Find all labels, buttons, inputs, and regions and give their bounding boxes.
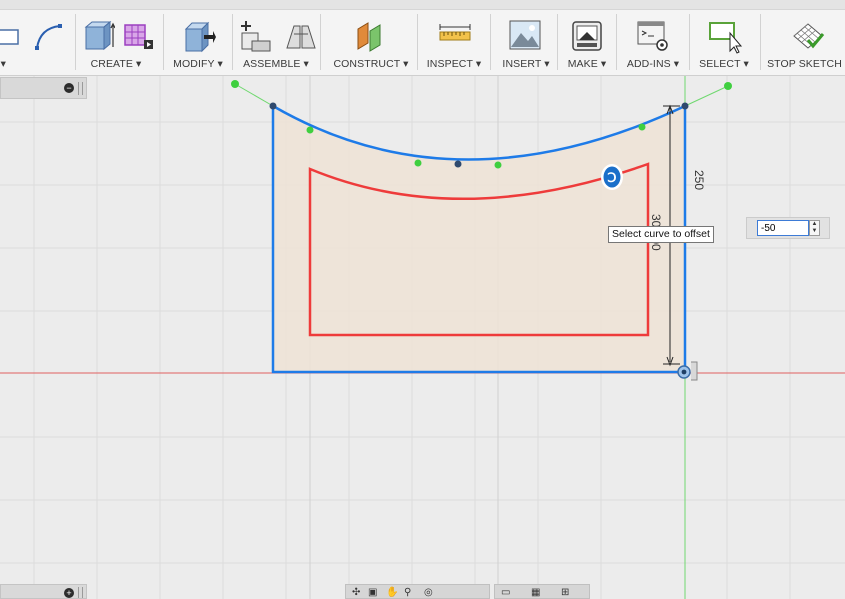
offset-value-widget[interactable]: ▲▼ [746,217,830,239]
display-settings-bar: ▭ ▦ ⊞ [494,584,590,599]
construct-group[interactable]: CONSTRUCT ▾ [326,10,416,74]
scripts-addins-icon[interactable] [636,19,670,53]
tangent-handle-right[interactable] [684,85,729,107]
display-settings-icon[interactable]: ▭ [501,587,510,598]
select-menu-label[interactable]: SELECT ▾ [692,58,756,70]
separator [75,14,76,70]
collapse-icon[interactable]: − [64,83,74,93]
addins-menu-label[interactable]: ADD-INS ▾ [620,58,686,70]
tangent-handle-left[interactable] [234,83,274,107]
offset-glyph: Ↄ [607,170,616,185]
expand-icon[interactable]: + [64,588,74,598]
inspect-group[interactable]: INSPECT ▾ [420,10,488,74]
offset-plane-icon[interactable] [354,19,390,55]
offset-distance-input[interactable] [757,220,809,236]
separator [490,14,491,70]
insert-menu-label[interactable]: INSERT ▾ [496,58,556,70]
separator [163,14,164,70]
construct-menu-label[interactable]: CONSTRUCT ▾ [326,58,416,70]
separator [616,14,617,70]
panel-grip-icon[interactable] [78,82,83,95]
dimension-250-label[interactable]: 250 [692,170,706,190]
box-icon[interactable] [81,19,115,53]
spinner-icon[interactable]: ▲ ▼ [809,220,820,236]
tooltip: Select curve to offset [608,226,714,243]
insert-image-icon[interactable] [508,19,542,53]
stop-sketch-icon[interactable] [790,18,826,54]
select-window-icon[interactable] [708,19,744,55]
modify-menu-label[interactable]: MODIFY ▾ [166,58,230,70]
toolbar: ▾ CREATE ▾ MODIFY ▾ ASSEMBLE ▾ CONSTRUCT… [0,0,845,76]
create-group[interactable]: CREATE ▾ [78,10,154,74]
stop-sketch-label[interactable]: STOP SKETCH [764,58,845,70]
separator [417,14,418,70]
make-menu-label[interactable]: MAKE ▾ [560,58,614,70]
look-at-icon[interactable]: ▣ [368,587,377,598]
select-group[interactable]: SELECT ▾ [692,10,756,74]
separator [760,14,761,70]
addins-group[interactable]: ADD-INS ▾ [620,10,686,74]
sketch-dropdown-glyph[interactable]: ▾ [0,58,6,70]
inspect-menu-label[interactable]: INSPECT ▾ [420,58,488,70]
assemble-group[interactable]: ASSEMBLE ▾ [236,10,316,74]
sketch-canvas[interactable]: 250 300.00 Ↄ [0,76,845,599]
fit-icon[interactable]: ◎ [424,587,433,598]
make-group[interactable]: MAKE ▾ [560,10,614,74]
stop-sketch-group[interactable]: STOP SKETCH [764,10,845,74]
navigation-bar: ✣ ▣ ✋ ⚲ ◎ [345,584,490,599]
separator [320,14,321,70]
sketch-drawing[interactable]: 250 300.00 Ↄ [0,76,845,599]
pan-icon[interactable]: ✋ [386,587,398,598]
arc-icon[interactable] [34,22,64,52]
offset-direction-icon[interactable]: Ↄ [601,164,623,190]
separator [557,14,558,70]
grid-settings-icon[interactable]: ▦ [531,587,540,598]
modify-group[interactable]: MODIFY ▾ [166,10,230,74]
joint-icon[interactable] [284,20,318,54]
zoom-icon[interactable]: ⚲ [404,587,411,598]
viewports-icon[interactable]: ⊞ [561,587,569,598]
rectangle-icon[interactable] [0,26,22,48]
separator [232,14,233,70]
create-menu-label[interactable]: CREATE ▾ [78,58,154,70]
measure-icon[interactable] [438,22,472,52]
press-pull-icon[interactable] [180,19,216,55]
browser-panel-header[interactable]: − [0,77,87,99]
separator [689,14,690,70]
comments-panel-header[interactable]: + [0,584,87,599]
assemble-menu-label[interactable]: ASSEMBLE ▾ [236,58,316,70]
title-strip [0,0,845,10]
form-icon[interactable] [122,20,156,54]
sketch-tools-group: ▾ [0,10,75,74]
panel-grip-icon[interactable] [78,587,83,598]
3d-print-icon[interactable] [570,19,604,53]
new-component-icon[interactable] [240,19,274,53]
insert-group[interactable]: INSERT ▾ [496,10,556,74]
orbit-icon[interactable]: ✣ [352,587,360,598]
